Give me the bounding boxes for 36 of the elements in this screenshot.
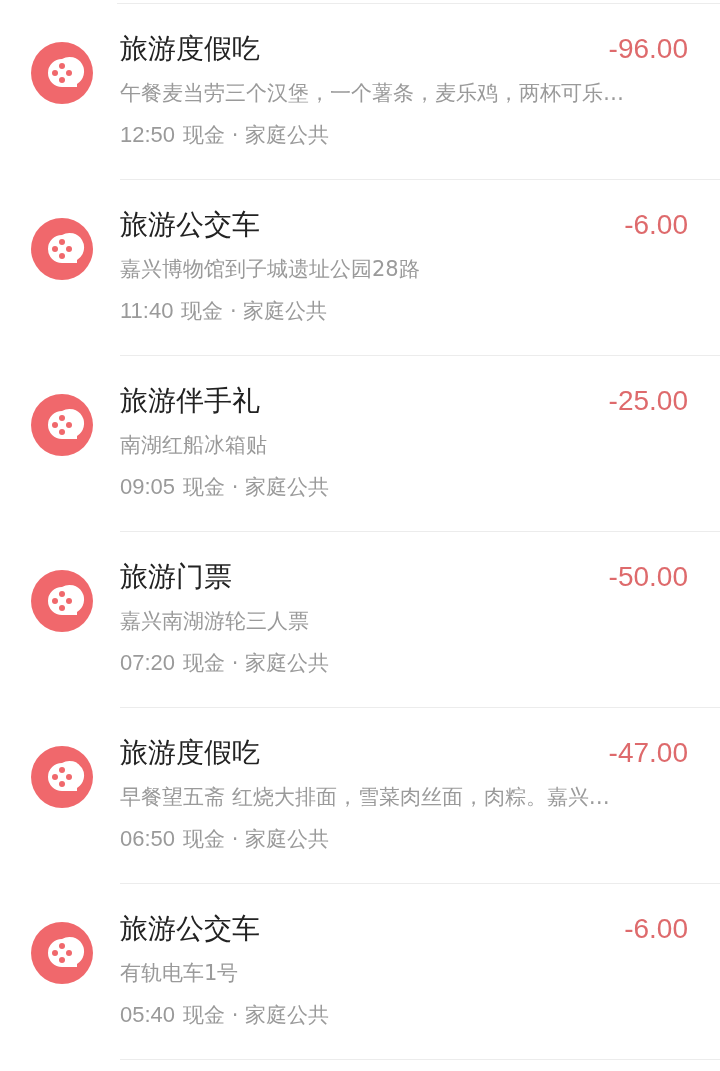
category-title: 旅游门票 <box>120 559 232 595</box>
account-text: 现金 · 家庭公共 <box>183 826 330 853</box>
film-reel-icon <box>31 394 93 456</box>
time-text: 07:20 <box>120 649 176 677</box>
category-title: 旅游度假吃 <box>120 735 260 771</box>
note-text: 南湖红船冰箱贴 <box>120 432 268 459</box>
film-reel-icon <box>31 746 93 808</box>
account-text: 现金 · 家庭公共 <box>183 474 330 501</box>
time-text: 11:40 <box>120 297 174 325</box>
film-reel-icon <box>31 922 93 984</box>
account-text: 现金 · 家庭公共 <box>181 298 328 325</box>
amount: -50.00 <box>608 560 688 594</box>
category-title: 旅游度假吃 <box>120 31 260 67</box>
account-text: 现金 · 家庭公共 <box>183 650 330 677</box>
amount: -6.00 <box>624 208 688 242</box>
note-text: 嘉兴南湖游轮三人票 <box>120 608 310 635</box>
film-reel-icon <box>31 42 93 104</box>
amount: -96.00 <box>608 32 688 66</box>
category-title: 旅游伴手礼 <box>120 383 260 419</box>
note-text: 午餐麦当劳三个汉堡，一个薯条，麦乐鸡，两杯可乐… <box>120 80 625 107</box>
amount: -25.00 <box>608 384 688 418</box>
note-text: 嘉兴博物馆到子城遗址公园28路 <box>120 256 421 283</box>
category-title: 旅游公交车 <box>120 911 260 947</box>
note-text: 有轨电车1号 <box>120 960 240 987</box>
category-title: 旅游公交车 <box>120 207 260 243</box>
time-text: 06:50 <box>120 825 176 853</box>
time-text: 12:50 <box>120 121 176 149</box>
amount: -47.00 <box>608 736 688 770</box>
account-text: 现金 · 家庭公共 <box>183 1002 330 1029</box>
film-reel-icon <box>31 218 93 280</box>
film-reel-icon <box>31 570 93 632</box>
amount: -6.00 <box>624 912 688 946</box>
time-text: 05:40 <box>120 1001 176 1029</box>
account-text: 现金 · 家庭公共 <box>183 122 330 149</box>
note-text: 早餐望五斋 红烧大排面，雪菜肉丝面，肉粽。嘉兴… <box>120 784 611 811</box>
time-text: 09:05 <box>120 473 176 501</box>
